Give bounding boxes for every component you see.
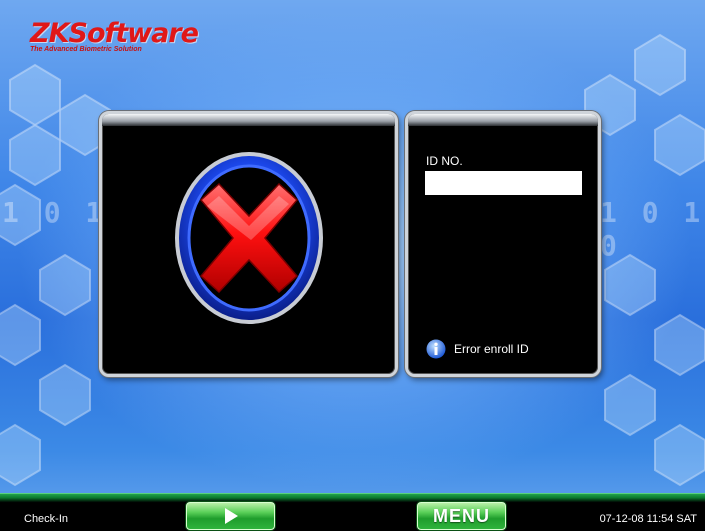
error-x-icon [175,152,323,324]
result-panel [99,111,398,377]
info-icon [426,339,446,359]
id-number-field[interactable] [425,171,582,195]
bottom-bar: Check-In MENU 07-12-08 11:54 SAT [0,493,705,531]
attendance-mode-label: Check-In [24,513,69,525]
status-message: Error enroll ID [426,339,529,359]
id-number-label: ID NO. [426,154,463,168]
menu-button[interactable]: MENU [417,502,506,530]
panel-bezel [408,114,598,126]
play-icon [224,508,238,524]
zksoftware-logo: ZKSoftware The Advanced Biometric Soluti… [30,18,199,53]
binary-decoration-right: 1 0 1 0 [600,196,705,262]
id-entry-panel: ID NO. Error enroll ID [405,111,601,377]
panel-bezel [102,114,395,126]
status-text: Error enroll ID [454,342,529,356]
brand-name: ZKSoftware [30,18,199,49]
date-time-display: 07-12-08 11:54 SAT [599,513,697,525]
screen: 1 0 1 0 1 0 1 0 ZKSoftware The Advanced … [0,0,705,531]
play-button[interactable] [186,502,275,530]
